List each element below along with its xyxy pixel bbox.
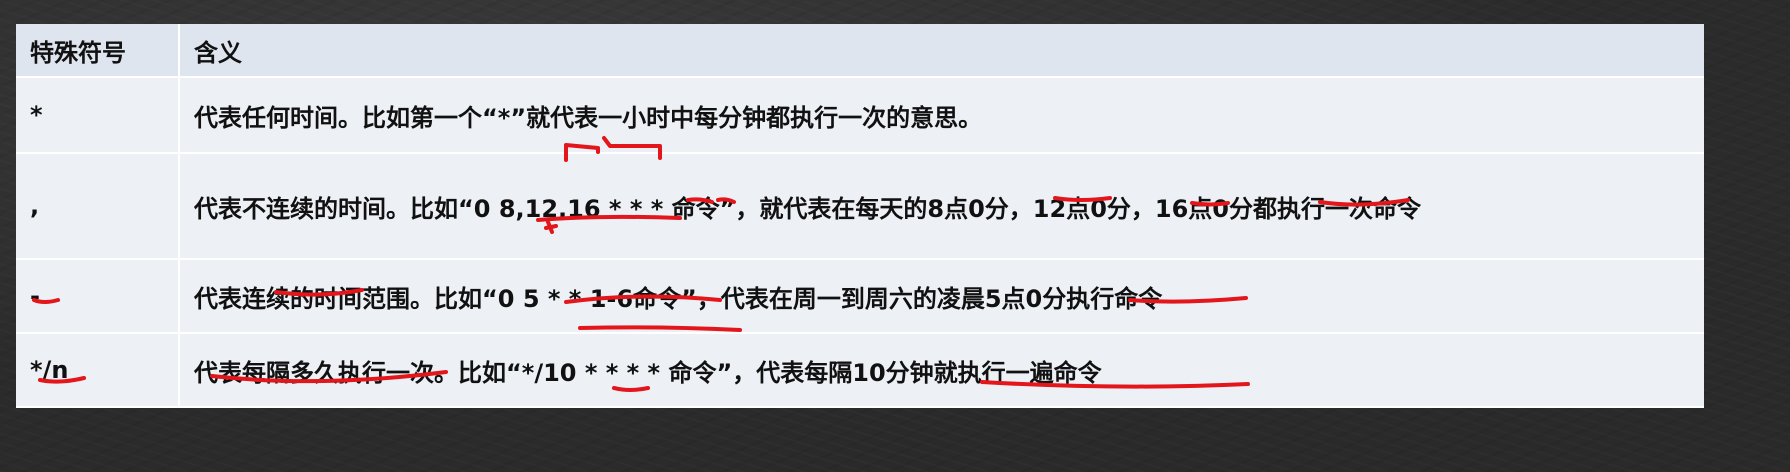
table-row: , 代表不连续的时间。比如“0 8,12,16 * * * 命令”，就代表在每天… xyxy=(16,153,1704,260)
slide-panel: 特殊符号 含义 * 代表任何时间。比如第一个“*”就代表一小时中每分钟都执行一次… xyxy=(16,24,1704,408)
symbol-cell: - xyxy=(16,259,180,334)
meaning-cell: 代表连续的时间范围。比如“0 5 * * 1-6命令”，代表在周一到周六的凌晨5… xyxy=(179,259,1704,334)
meaning-cell: 代表每隔多久执行一次。比如“*/10 * * * * 命令”，代表每隔10分钟就… xyxy=(179,333,1704,408)
symbol-cell: , xyxy=(16,153,180,260)
cron-symbol-table: 特殊符号 含义 * 代表任何时间。比如第一个“*”就代表一小时中每分钟都执行一次… xyxy=(16,24,1704,408)
header-meaning: 含义 xyxy=(179,24,1704,78)
meaning-cell: 代表不连续的时间。比如“0 8,12,16 * * * 命令”，就代表在每天的8… xyxy=(179,153,1704,260)
table-row: * 代表任何时间。比如第一个“*”就代表一小时中每分钟都执行一次的意思。 xyxy=(16,77,1704,154)
symbol-cell: */n xyxy=(16,333,180,408)
table-row: */n 代表每隔多久执行一次。比如“*/10 * * * * 命令”，代表每隔1… xyxy=(16,333,1704,408)
symbol-cell: * xyxy=(16,77,180,154)
meaning-cell: 代表任何时间。比如第一个“*”就代表一小时中每分钟都执行一次的意思。 xyxy=(179,77,1704,154)
table-header-row: 特殊符号 含义 xyxy=(16,24,1704,78)
table-row: - 代表连续的时间范围。比如“0 5 * * 1-6命令”，代表在周一到周六的凌… xyxy=(16,259,1704,334)
header-symbol: 特殊符号 xyxy=(16,24,180,78)
